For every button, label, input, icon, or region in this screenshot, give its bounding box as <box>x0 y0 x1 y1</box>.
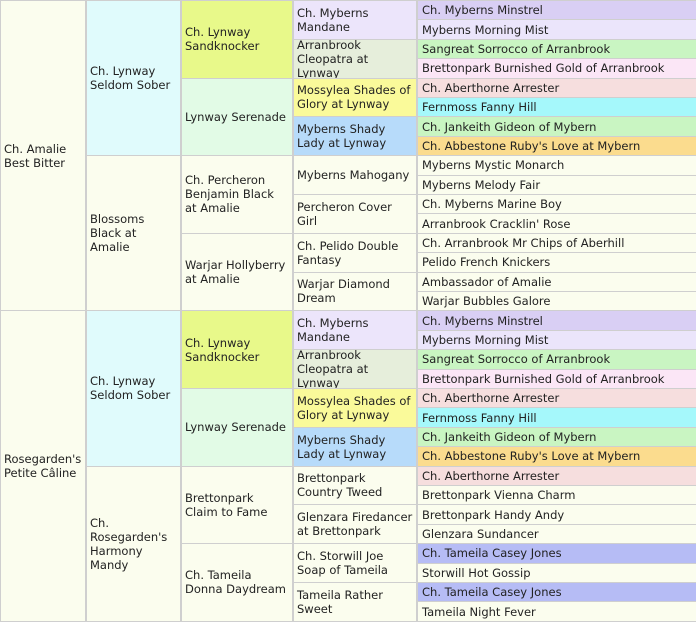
pedigree-gen4-cell: Mossylea Shades of Glory at Lynway <box>293 77 417 118</box>
pedigree-gen5-cell: Warjar Bubbles Galore <box>417 291 696 312</box>
pedigree-gen4-cell: Tameila Rather Sweet <box>293 582 417 622</box>
pedigree-gen3-cell: Lynway Serenade <box>181 77 293 157</box>
pedigree-gen5-cell: Myberns Mystic Monarch <box>417 155 696 176</box>
pedigree-gen5-cell: Fernmoss Fanny Hill <box>417 407 696 428</box>
pedigree-gen5-cell: Ch. Tameila Casey Jones <box>417 582 696 603</box>
pedigree-gen5-cell: Brettonpark Burnished Gold of Arranbrook <box>417 58 696 79</box>
pedigree-gen3-cell: Brettonpark Claim to Fame <box>181 465 293 545</box>
pedigree-gen2-cell: Blossoms Black at Amalie <box>86 155 181 312</box>
pedigree-gen4-cell: Arranbrook Cleopatra at Lynway <box>293 349 417 389</box>
pedigree-gen4-cell: Mossylea Shades of Glory at Lynway <box>293 388 417 428</box>
pedigree-gen4-cell: Myberns Shady Lady at Lynway <box>293 426 417 467</box>
pedigree-gen5-cell: Brettonpark Burnished Gold of Arranbrook <box>417 368 696 389</box>
pedigree-gen5-cell: Ch. Myberns Minstrel <box>417 310 696 331</box>
pedigree-gen4-cell: Percheron Cover Girl <box>293 194 417 234</box>
pedigree-gen5-cell: Glenzara Sundancer <box>417 523 696 545</box>
pedigree-gen5-cell: Ch. Myberns Marine Boy <box>417 194 696 215</box>
pedigree-gen5-cell: Brettonpark Handy Andy <box>417 504 696 525</box>
pedigree-gen5-cell: Ch. Arranbrook Mr Chips of Aberhill <box>417 232 696 254</box>
pedigree-gen3-cell: Ch. Tameila Donna Daydream <box>181 543 293 622</box>
pedigree-gen5-cell: Sangreat Sorrocco of Arranbrook <box>417 349 696 370</box>
pedigree-gen4-cell: Ch. Myberns Mandane <box>293 0 417 40</box>
pedigree-gen4-cell: Brettonpark Country Tweed <box>293 465 417 506</box>
pedigree-gen4-cell: Arranbrook Cleopatra at Lynway <box>293 38 417 79</box>
pedigree-gen4-cell: Warjar Diamond Dream <box>293 271 417 312</box>
pedigree-gen5-cell: Fernmoss Fanny Hill <box>417 97 696 118</box>
pedigree-gen5-cell: Ch. Aberthorne Arrester <box>417 388 696 409</box>
pedigree-gen4-cell: Glenzara Firedancer at Brettonpark <box>293 504 417 545</box>
pedigree-gen2-cell: Ch. Lynway Seldom Sober <box>86 310 181 467</box>
pedigree-gen3-cell: Warjar Hollyberry at Amalie <box>181 232 293 312</box>
pedigree-gen2-cell: Ch. Lynway Seldom Sober <box>86 0 181 157</box>
pedigree-gen5-cell: Arranbrook Cracklin' Rose <box>417 213 696 234</box>
pedigree-gen5-cell: Ch. Abbestone Ruby's Love at Mybern <box>417 446 696 467</box>
pedigree-gen4-cell: Myberns Shady Lady at Lynway <box>293 116 417 157</box>
pedigree-gen5-cell: Myberns Morning Mist <box>417 329 696 351</box>
pedigree-gen5-cell: Myberns Morning Mist <box>417 19 696 40</box>
pedigree-gen5-cell: Pelido French Knickers <box>417 252 696 273</box>
pedigree-gen1-cell: Rosegarden's Petite Câline <box>0 310 86 622</box>
pedigree-gen3-cell: Ch. Percheron Benjamin Black at Amalie <box>181 155 293 234</box>
pedigree-gen5-cell: Ch. Aberthorne Arrester <box>417 465 696 486</box>
pedigree-gen5-cell: Ch. Aberthorne Arrester <box>417 77 696 98</box>
pedigree-gen5-cell: Brettonpark Vienna Charm <box>417 485 696 506</box>
pedigree-gen5-cell: Ch. Jankeith Gideon of Mybern <box>417 116 696 137</box>
pedigree-gen4-cell: Myberns Mahogany <box>293 155 417 195</box>
pedigree-gen5-cell: Ch. Tameila Casey Jones <box>417 543 696 564</box>
pedigree-gen4-cell: Ch. Pelido Double Fantasy <box>293 232 417 273</box>
pedigree-gen5-cell: Ch. Jankeith Gideon of Mybern <box>417 426 696 448</box>
pedigree-gen5-cell: Myberns Melody Fair <box>417 174 696 195</box>
pedigree-gen2-cell: Ch. Rosegarden's Harmony Mandy <box>86 465 181 622</box>
pedigree-gen1-cell: Ch. Amalie Best Bitter <box>0 0 86 312</box>
pedigree-gen3-cell: Lynway Serenade <box>181 388 293 467</box>
pedigree-gen5-cell: Sangreat Sorrocco of Arranbrook <box>417 38 696 60</box>
pedigree-gen3-cell: Ch. Lynway Sandknocker <box>181 310 293 389</box>
pedigree-gen5-cell: Tameila Night Fever <box>417 601 696 622</box>
pedigree-gen4-cell: Ch. Myberns Mandane <box>293 310 417 351</box>
pedigree-gen5-cell: Ambassador of Amalie <box>417 271 696 292</box>
pedigree-gen3-cell: Ch. Lynway Sandknocker <box>181 0 293 79</box>
pedigree-gen4-cell: Ch. Storwill Joe Soap of Tameila <box>293 543 417 583</box>
pedigree-gen5-cell: Storwill Hot Gossip <box>417 562 696 583</box>
pedigree-gen5-cell: Ch. Myberns Minstrel <box>417 0 696 21</box>
pedigree-gen5-cell: Ch. Abbestone Ruby's Love at Mybern <box>417 135 696 157</box>
